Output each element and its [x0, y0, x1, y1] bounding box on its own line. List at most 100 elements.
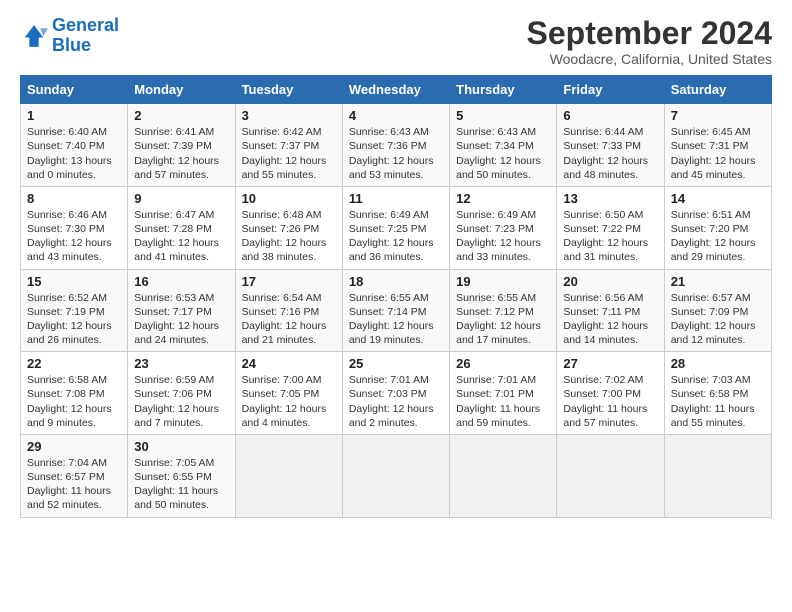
logo-general: General [52, 15, 119, 35]
calendar-cell: 2 Sunrise: 6:41 AMSunset: 7:39 PMDaylight… [128, 104, 235, 187]
col-wednesday: Wednesday [342, 76, 449, 104]
day-number: 8 [27, 191, 121, 206]
day-number: 9 [134, 191, 228, 206]
calendar-cell [664, 434, 771, 517]
day-number: 10 [242, 191, 336, 206]
calendar-cell: 1 Sunrise: 6:40 AMSunset: 7:40 PMDaylight… [21, 104, 128, 187]
logo-icon [20, 22, 48, 50]
calendar-cell: 26 Sunrise: 7:01 AMSunset: 7:01 PMDayligh… [450, 352, 557, 435]
col-thursday: Thursday [450, 76, 557, 104]
calendar-cell: 21Sunrise: 6:57 AMSunset: 7:09 PMDayligh… [664, 269, 771, 352]
day-number: 1 [27, 108, 121, 123]
day-number: 3 [242, 108, 336, 123]
cell-info: Sunrise: 6:44 AMSunset: 7:33 PMDaylight:… [563, 126, 648, 181]
day-number: 26 [456, 356, 550, 371]
day-number: 29 [27, 439, 121, 454]
calendar-cell: 27 Sunrise: 7:02 AMSunset: 7:00 PMDayligh… [557, 352, 664, 435]
cell-info: Sunrise: 7:05 AMSunset: 6:55 PMDaylight:… [134, 457, 218, 512]
calendar-week-1: 1 Sunrise: 6:40 AMSunset: 7:40 PMDaylight… [21, 104, 772, 187]
calendar-cell: 18 Sunrise: 6:55 AMSunset: 7:14 PMDayligh… [342, 269, 449, 352]
cell-info: Sunrise: 6:59 AMSunset: 7:06 PMDaylight:… [134, 374, 219, 429]
calendar-cell: 5 Sunrise: 6:43 AMSunset: 7:34 PMDaylight… [450, 104, 557, 187]
calendar-cell: 22Sunrise: 6:58 AMSunset: 7:08 PMDayligh… [21, 352, 128, 435]
calendar-body: 1 Sunrise: 6:40 AMSunset: 7:40 PMDaylight… [21, 104, 772, 517]
cell-info: Sunrise: 6:55 AMSunset: 7:12 PMDaylight:… [456, 292, 541, 347]
cell-info: Sunrise: 6:56 AMSunset: 7:11 PMDaylight:… [563, 292, 648, 347]
cell-info: Sunrise: 6:49 AMSunset: 7:23 PMDaylight:… [456, 209, 541, 264]
calendar-cell: 6Sunrise: 6:44 AMSunset: 7:33 PMDaylight… [557, 104, 664, 187]
day-number: 7 [671, 108, 765, 123]
cell-info: Sunrise: 6:51 AMSunset: 7:20 PMDaylight:… [671, 209, 756, 264]
cell-info: Sunrise: 6:40 AMSunset: 7:40 PMDaylight:… [27, 126, 112, 181]
cell-info: Sunrise: 7:03 AMSunset: 6:58 PMDaylight:… [671, 374, 755, 429]
day-number: 15 [27, 274, 121, 289]
logo: General Blue [20, 16, 119, 56]
calendar-cell: 20 Sunrise: 6:56 AMSunset: 7:11 PMDayligh… [557, 269, 664, 352]
logo-blue: Blue [52, 35, 91, 55]
calendar-cell [342, 434, 449, 517]
day-number: 2 [134, 108, 228, 123]
day-number: 27 [563, 356, 657, 371]
calendar-cell: 3 Sunrise: 6:42 AMSunset: 7:37 PMDaylight… [235, 104, 342, 187]
calendar-week-2: 8 Sunrise: 6:46 AMSunset: 7:30 PMDaylight… [21, 186, 772, 269]
calendar-cell: 8 Sunrise: 6:46 AMSunset: 7:30 PMDaylight… [21, 186, 128, 269]
cell-info: Sunrise: 7:04 AMSunset: 6:57 PMDaylight:… [27, 457, 111, 512]
day-number: 12 [456, 191, 550, 206]
cell-info: Sunrise: 7:02 AMSunset: 7:00 PMDaylight:… [563, 374, 647, 429]
calendar-cell: 30 Sunrise: 7:05 AMSunset: 6:55 PMDayligh… [128, 434, 235, 517]
day-number: 18 [349, 274, 443, 289]
calendar-cell: 29 Sunrise: 7:04 AMSunset: 6:57 PMDayligh… [21, 434, 128, 517]
cell-info: Sunrise: 6:52 AMSunset: 7:19 PMDaylight:… [27, 292, 112, 347]
col-friday: Friday [557, 76, 664, 104]
cell-info: Sunrise: 6:42 AMSunset: 7:37 PMDaylight:… [242, 126, 327, 181]
location: Woodacre, California, United States [527, 51, 772, 67]
day-number: 16 [134, 274, 228, 289]
calendar-cell [557, 434, 664, 517]
day-number: 13 [563, 191, 657, 206]
calendar-cell: 28 Sunrise: 7:03 AMSunset: 6:58 PMDayligh… [664, 352, 771, 435]
cell-info: Sunrise: 6:55 AMSunset: 7:14 PMDaylight:… [349, 292, 434, 347]
col-monday: Monday [128, 76, 235, 104]
calendar-cell: 19 Sunrise: 6:55 AMSunset: 7:12 PMDayligh… [450, 269, 557, 352]
title-block: September 2024 Woodacre, California, Uni… [527, 16, 772, 67]
cell-info: Sunrise: 6:50 AMSunset: 7:22 PMDaylight:… [563, 209, 648, 264]
calendar-cell [235, 434, 342, 517]
calendar-table: Sunday Monday Tuesday Wednesday Thursday… [20, 75, 772, 517]
cell-info: Sunrise: 6:46 AMSunset: 7:30 PMDaylight:… [27, 209, 112, 264]
cell-info: Sunrise: 6:43 AMSunset: 7:36 PMDaylight:… [349, 126, 434, 181]
cell-info: Sunrise: 6:41 AMSunset: 7:39 PMDaylight:… [134, 126, 219, 181]
calendar-cell: 16 Sunrise: 6:53 AMSunset: 7:17 PMDayligh… [128, 269, 235, 352]
day-number: 4 [349, 108, 443, 123]
day-number: 5 [456, 108, 550, 123]
calendar-cell: 11Sunrise: 6:49 AMSunset: 7:25 PMDayligh… [342, 186, 449, 269]
calendar-cell: 13 Sunrise: 6:50 AMSunset: 7:22 PMDayligh… [557, 186, 664, 269]
calendar-cell: 25Sunrise: 7:01 AMSunset: 7:03 PMDayligh… [342, 352, 449, 435]
cell-info: Sunrise: 7:01 AMSunset: 7:01 PMDaylight:… [456, 374, 540, 429]
cell-info: Sunrise: 7:00 AMSunset: 7:05 PMDaylight:… [242, 374, 327, 429]
calendar-week-3: 15 Sunrise: 6:52 AMSunset: 7:19 PMDayligh… [21, 269, 772, 352]
cell-info: Sunrise: 6:53 AMSunset: 7:17 PMDaylight:… [134, 292, 219, 347]
col-tuesday: Tuesday [235, 76, 342, 104]
cell-info: Sunrise: 6:45 AMSunset: 7:31 PMDaylight:… [671, 126, 756, 181]
calendar-cell: 4 Sunrise: 6:43 AMSunset: 7:36 PMDaylight… [342, 104, 449, 187]
day-number: 20 [563, 274, 657, 289]
day-number: 23 [134, 356, 228, 371]
calendar-cell: 7 Sunrise: 6:45 AMSunset: 7:31 PMDaylight… [664, 104, 771, 187]
day-number: 25 [349, 356, 443, 371]
page: General Blue September 2024 Woodacre, Ca… [0, 0, 792, 528]
calendar-cell: 23 Sunrise: 6:59 AMSunset: 7:06 PMDayligh… [128, 352, 235, 435]
calendar-cell: 14Sunrise: 6:51 AMSunset: 7:20 PMDayligh… [664, 186, 771, 269]
day-number: 22 [27, 356, 121, 371]
calendar-header: Sunday Monday Tuesday Wednesday Thursday… [21, 76, 772, 104]
day-number: 19 [456, 274, 550, 289]
header-row: Sunday Monday Tuesday Wednesday Thursday… [21, 76, 772, 104]
cell-info: Sunrise: 6:57 AMSunset: 7:09 PMDaylight:… [671, 292, 756, 347]
calendar-cell: 9Sunrise: 6:47 AMSunset: 7:28 PMDaylight… [128, 186, 235, 269]
calendar-week-4: 22Sunrise: 6:58 AMSunset: 7:08 PMDayligh… [21, 352, 772, 435]
calendar-cell: 15 Sunrise: 6:52 AMSunset: 7:19 PMDayligh… [21, 269, 128, 352]
day-number: 28 [671, 356, 765, 371]
month-title: September 2024 [527, 16, 772, 51]
cell-info: Sunrise: 6:43 AMSunset: 7:34 PMDaylight:… [456, 126, 541, 181]
day-number: 30 [134, 439, 228, 454]
col-sunday: Sunday [21, 76, 128, 104]
